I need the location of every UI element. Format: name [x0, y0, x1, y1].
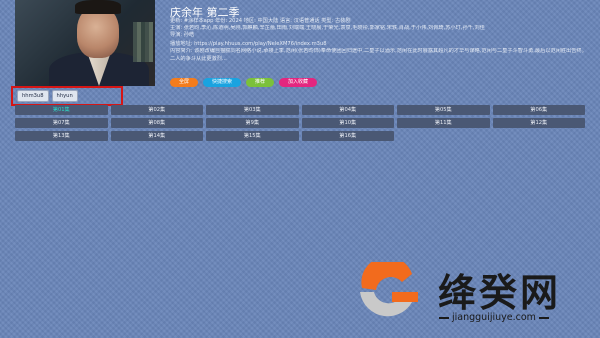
show-meta-director: 导演: 孙皓	[170, 32, 195, 38]
episode-button[interactable]: 第01集	[15, 105, 108, 115]
watermark-site-name: 绛癸网	[438, 270, 562, 315]
fullscreen-button[interactable]: 全屏	[170, 78, 199, 87]
show-meta-synopsis: 内容简介: 该剧改编自猫腻同名网络小说,承接上季,范闲(张若昀饰)奉命使团回归途…	[170, 48, 587, 62]
episode-button[interactable]: 第04集	[301, 105, 394, 115]
episode-grid: 第01集 第02集 第03集 第04集 第05集 第06集 第07集 第08集 …	[15, 105, 590, 141]
watermark-url-text: jiangguijiuye.com	[452, 312, 536, 323]
episode-button[interactable]: 第13集	[15, 131, 108, 141]
show-poster	[15, 0, 155, 86]
watermark-logo-icon	[360, 262, 418, 317]
episode-button[interactable]: 第08集	[110, 118, 203, 128]
episode-button[interactable]: 第15集	[206, 131, 299, 141]
poster-figure-hair	[75, 0, 121, 14]
episode-button[interactable]: 第16集	[301, 131, 394, 141]
episode-button[interactable]: 第11集	[397, 118, 490, 128]
episode-button[interactable]: 第10集	[301, 118, 394, 128]
episode-button[interactable]: 第06集	[492, 105, 585, 115]
poster-mosaic	[133, 22, 153, 62]
episode-button[interactable]: 第07集	[15, 118, 108, 128]
show-meta-cast: 主演: 张若昀,李沁,陈道明,吴刚,郭麒麟,辛芷蕾,田雨,刘端端,王晓晨,于荣光…	[170, 25, 485, 31]
episode-button[interactable]: 第14集	[110, 131, 203, 141]
episode-button[interactable]: 第9集	[206, 118, 299, 128]
action-bar: 全屏 快捷搜索 推荐 加入收藏	[170, 78, 318, 87]
quick-search-button[interactable]: 快捷搜索	[203, 78, 242, 87]
add-favorite-button[interactable]: 加入收藏	[279, 78, 318, 87]
episode-button[interactable]: 第03集	[206, 105, 299, 115]
episode-button[interactable]: 第02集	[110, 105, 203, 115]
watermark-site-url: jiangguijiuye.com	[436, 312, 552, 323]
recommend-button[interactable]: 推荐	[246, 78, 275, 87]
episode-button[interactable]: 第05集	[397, 105, 490, 115]
episode-button[interactable]: 第12集	[492, 118, 585, 128]
annotation-highlight-box	[11, 86, 123, 106]
